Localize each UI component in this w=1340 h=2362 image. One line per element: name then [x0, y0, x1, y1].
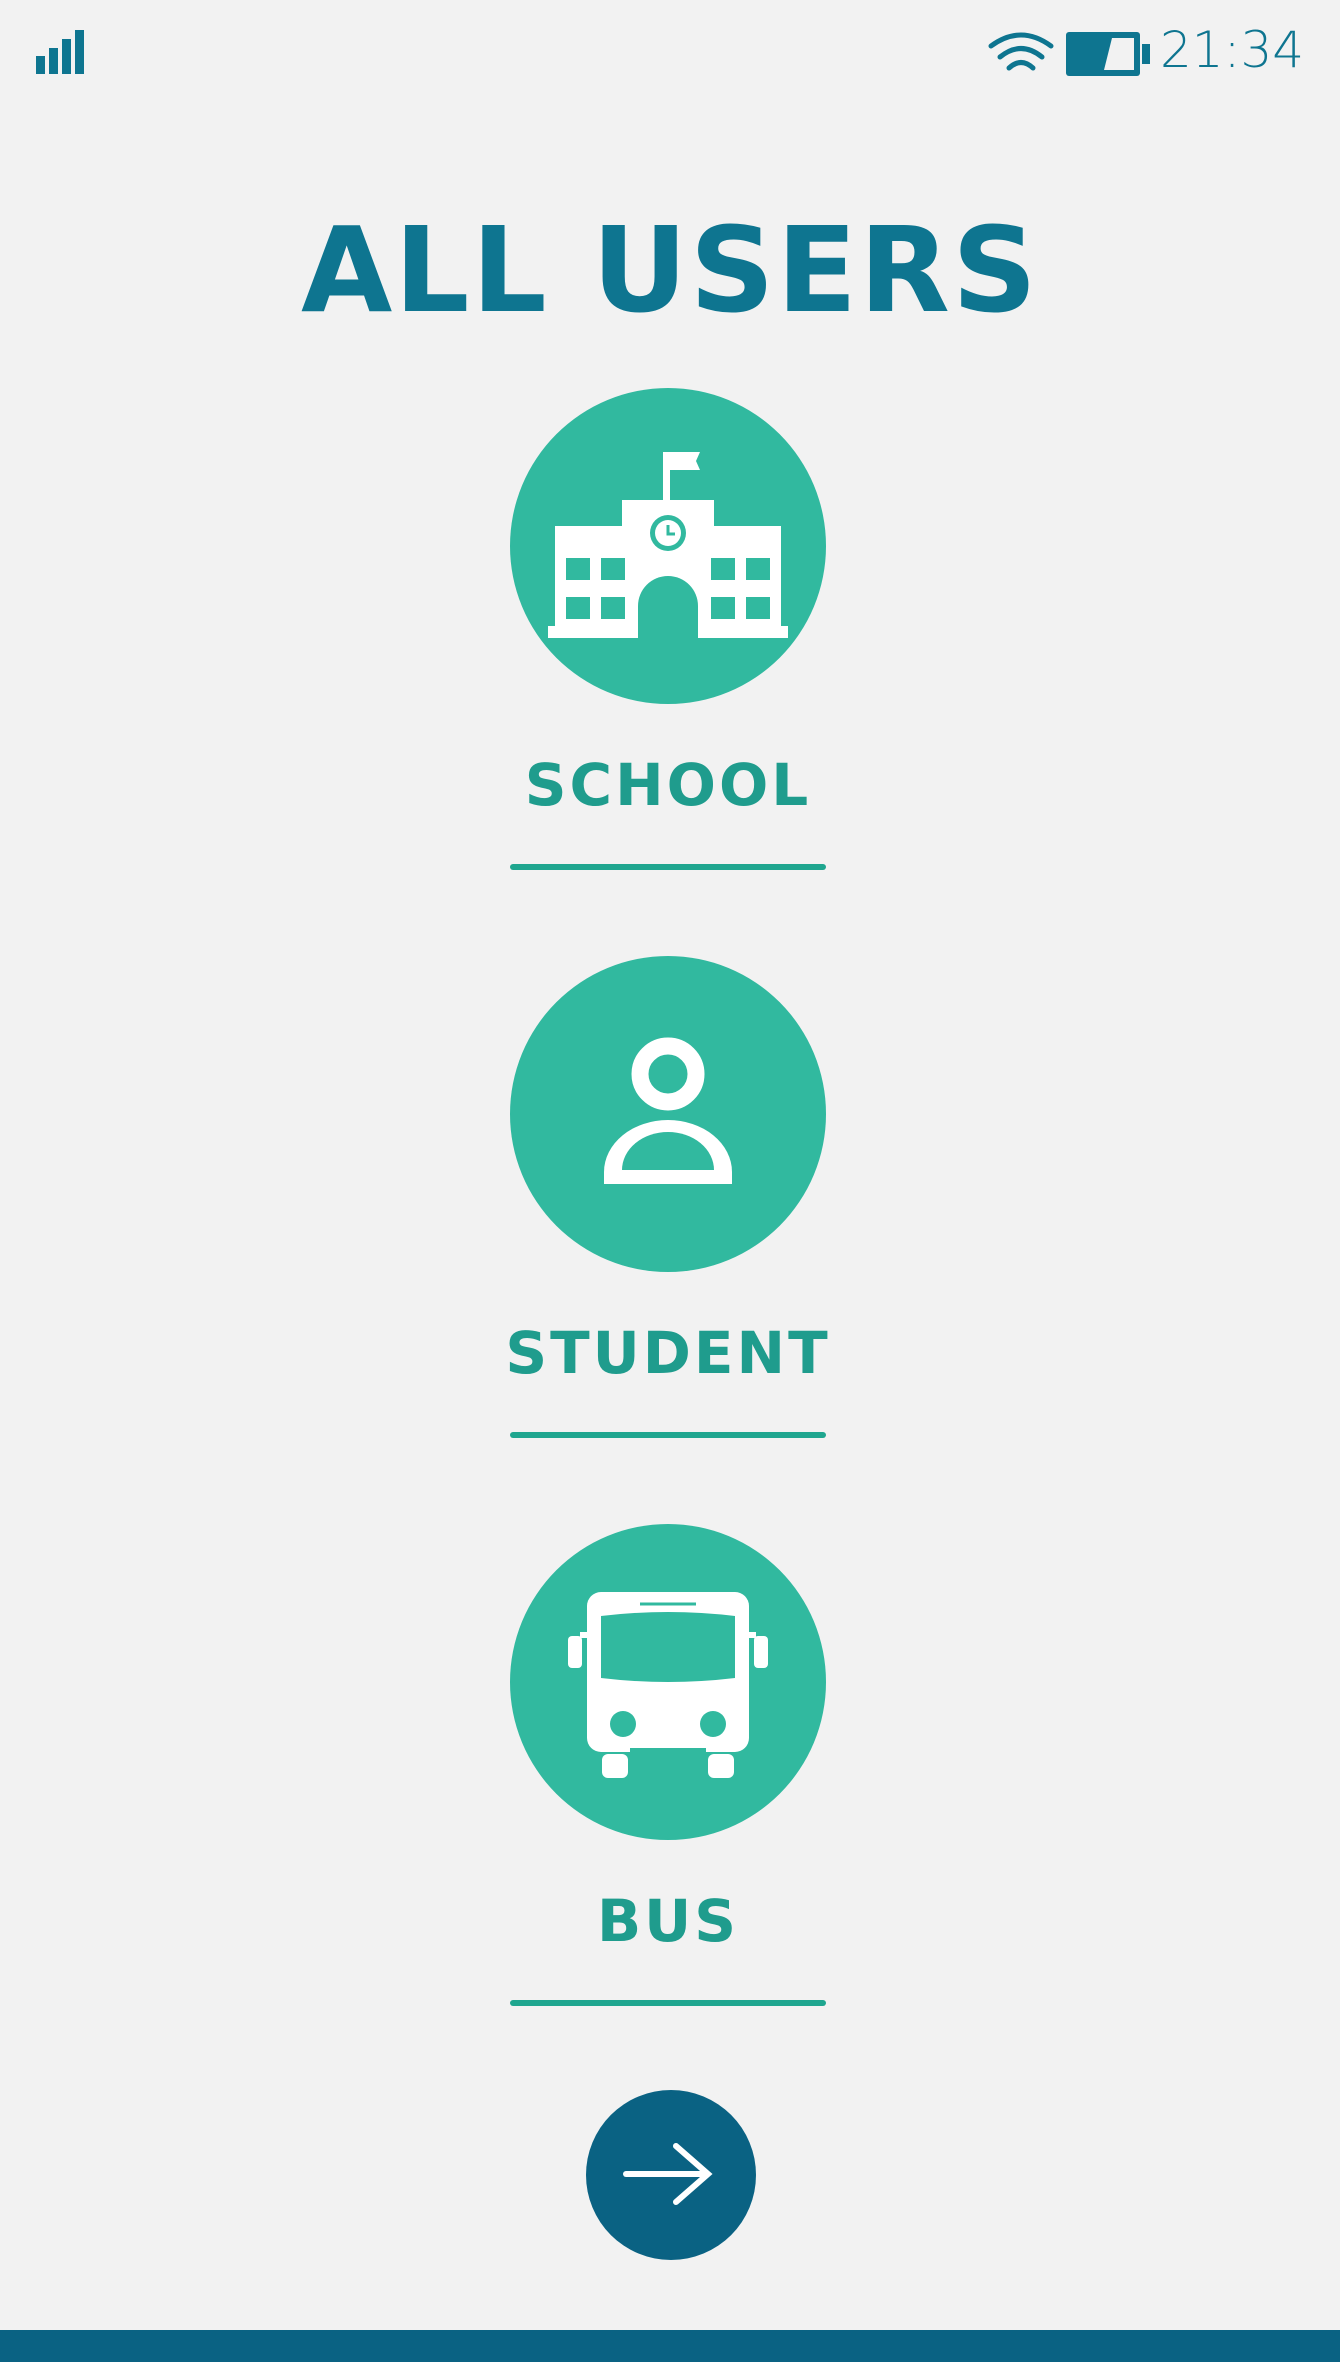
battery-icon — [1066, 32, 1150, 76]
student-button[interactable] — [510, 956, 826, 1272]
school-icon — [548, 452, 788, 640]
next-button[interactable] — [586, 2090, 756, 2260]
option-label-school: SCHOOL — [524, 751, 812, 819]
page-title: ALL USERS — [300, 201, 1040, 339]
school-button[interactable] — [510, 388, 826, 704]
bus-button[interactable] — [510, 1524, 826, 1840]
option-label-bus: BUS — [596, 1887, 740, 1955]
bottom-bar — [0, 2330, 1340, 2362]
status-bar: 21:34 — [0, 0, 1340, 110]
wifi-icon — [988, 32, 1054, 71]
divider-line — [510, 864, 826, 870]
divider-line — [510, 2000, 826, 2006]
signal-icon — [36, 30, 84, 74]
student-icon — [604, 1037, 732, 1184]
arrow-right-icon — [623, 2143, 713, 2205]
option-label-student: STUDENT — [505, 1319, 831, 1387]
bus-icon — [568, 1592, 768, 1778]
status-clock: 21:34 — [1160, 21, 1305, 79]
divider-line — [510, 1432, 826, 1438]
